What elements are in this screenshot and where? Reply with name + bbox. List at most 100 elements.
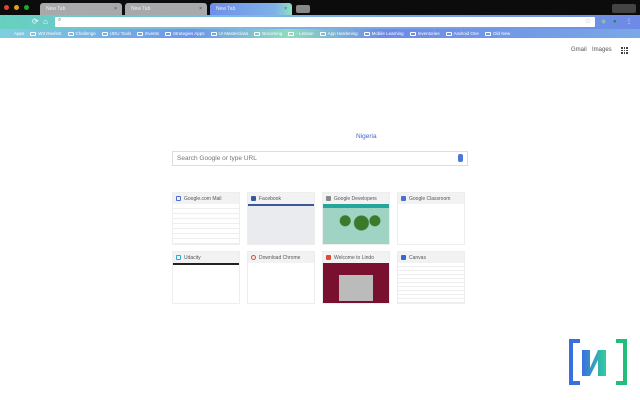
folder-icon bbox=[288, 31, 295, 36]
lindo-icon bbox=[326, 255, 331, 260]
profile-button[interactable] bbox=[612, 4, 636, 13]
tile-title: Canvas bbox=[409, 254, 426, 261]
folder-icon bbox=[319, 31, 326, 36]
close-icon[interactable]: × bbox=[284, 6, 287, 12]
folder-icon bbox=[67, 31, 74, 36]
bookmark-folder[interactable]: Old New bbox=[484, 31, 511, 36]
tile-title: Welcome to Lindo bbox=[334, 254, 374, 261]
bookmark-folder[interactable]: Mobile Learning bbox=[363, 31, 404, 36]
bookmark-label: UI Masterclass bbox=[218, 31, 249, 36]
bookmark-label: Apps bbox=[14, 31, 25, 36]
tile-title: Google Classroom bbox=[409, 195, 451, 202]
most-visited-tile[interactable]: Download Chrome bbox=[247, 251, 315, 304]
bookmark-folder[interactable]: Events bbox=[137, 31, 159, 36]
bookmark-label: App Hardening bbox=[327, 31, 358, 36]
gmail-link[interactable]: Gmail bbox=[571, 47, 587, 53]
new-tab-button[interactable] bbox=[296, 5, 310, 13]
images-link[interactable]: Images bbox=[592, 47, 612, 53]
bookmark-folder[interactable]: Inventories bbox=[409, 31, 440, 36]
reload-icon[interactable]: ⟳ bbox=[32, 17, 39, 27]
bookmark-label: Old New bbox=[492, 31, 511, 36]
home-icon[interactable]: ⌂ bbox=[43, 17, 48, 27]
folder-icon bbox=[363, 31, 370, 36]
folder-icon bbox=[101, 31, 108, 36]
tile-title: Google.com Mail bbox=[184, 195, 222, 202]
tile-thumbnail bbox=[173, 204, 239, 244]
bookmark-folder[interactable]: - Lesson bbox=[288, 31, 314, 36]
bookmark-label: Strategies Apps bbox=[173, 31, 205, 36]
check-extension-icon[interactable]: ● bbox=[613, 17, 617, 27]
bookmark-folder[interactable]: W3 Devfest bbox=[30, 31, 62, 36]
search-input[interactable] bbox=[172, 151, 468, 166]
most-visited-tile[interactable]: Google Classroom bbox=[397, 192, 465, 245]
tile-thumbnail bbox=[248, 204, 314, 244]
most-visited-tile[interactable]: Welcome to Lindo bbox=[322, 251, 390, 304]
tab-title: New Tab bbox=[46, 6, 66, 12]
microphone-icon[interactable] bbox=[458, 154, 463, 162]
bookmark-folder[interactable]: Strategies Apps bbox=[165, 31, 205, 36]
facebook-icon bbox=[251, 196, 256, 201]
toolbar: ⟳ ⌂ ⌕ ☆ ◉ ● ⋮ bbox=[0, 15, 640, 29]
close-icon[interactable]: × bbox=[199, 6, 202, 12]
bookmark-folder[interactable]: App Hardening bbox=[319, 31, 358, 36]
tab-3-active[interactable]: New Tab × bbox=[210, 3, 292, 15]
address-bar[interactable]: ⌕ ☆ bbox=[55, 17, 595, 27]
tile-thumbnail bbox=[173, 263, 239, 303]
folder-icon bbox=[409, 31, 416, 36]
apps-grid-icon[interactable] bbox=[621, 47, 628, 54]
bookmark-folder[interactable]: UI Masterclass bbox=[210, 31, 249, 36]
most-visited-tile[interactable]: Udacity bbox=[172, 251, 240, 304]
canvas-icon bbox=[401, 255, 406, 260]
bookmark-folder[interactable]: Android One bbox=[445, 31, 479, 36]
star-icon[interactable]: ☆ bbox=[585, 17, 591, 25]
close-icon[interactable]: × bbox=[114, 6, 117, 12]
minimize-window-button[interactable] bbox=[14, 5, 19, 10]
folder-icon bbox=[254, 31, 261, 36]
menu-icon[interactable]: ⋮ bbox=[626, 17, 632, 27]
bookmark-label: UDU Tools bbox=[109, 31, 132, 36]
classroom-icon bbox=[401, 196, 406, 201]
tab-title: New Tab bbox=[216, 6, 236, 12]
bookmark-label: Mobile Learning bbox=[371, 31, 404, 36]
most-visited-tile[interactable]: Google.com Mail bbox=[172, 192, 240, 245]
extension-icon[interactable]: ◉ bbox=[601, 17, 606, 27]
tab-strip: New Tab × New Tab × New Tab × bbox=[0, 0, 640, 15]
most-visited-tile[interactable]: Canvas bbox=[397, 251, 465, 304]
bookmark-label: - Lesson bbox=[296, 31, 314, 36]
tile-title: Download Chrome bbox=[259, 254, 301, 261]
folder-icon bbox=[484, 31, 491, 36]
bookmark-apps[interactable]: Apps bbox=[14, 31, 24, 36]
close-window-button[interactable] bbox=[4, 5, 9, 10]
tile-title: Udacity bbox=[184, 254, 201, 261]
gmail-icon bbox=[176, 196, 181, 201]
tile-thumbnail bbox=[398, 263, 464, 303]
bookmark-label: Becoming bbox=[262, 31, 283, 36]
search-icon: ⌕ bbox=[58, 17, 62, 23]
bookmarks-bar: Apps W3 Devfest Challenge UDU Tools Even… bbox=[0, 29, 640, 38]
tab-title: New Tab bbox=[131, 6, 151, 12]
google-logo-location[interactable]: Nigeria bbox=[356, 133, 377, 140]
bookmark-folder[interactable]: Challenge bbox=[67, 31, 96, 36]
most-visited-tile[interactable]: Google Developers bbox=[322, 192, 390, 245]
maximize-window-button[interactable] bbox=[24, 5, 29, 10]
tile-thumbnail bbox=[398, 204, 464, 244]
tile-thumbnail bbox=[323, 263, 389, 303]
tab-2[interactable]: New Tab × bbox=[125, 3, 207, 15]
tile-thumbnail bbox=[248, 263, 314, 303]
watermark-logo-icon bbox=[569, 339, 627, 385]
tab-1[interactable]: New Tab × bbox=[40, 3, 122, 15]
bookmark-label: Challenge bbox=[75, 31, 96, 36]
tile-title: Google Developers bbox=[334, 195, 377, 202]
folder-icon bbox=[445, 31, 452, 36]
tile-title: Facebook bbox=[259, 195, 281, 202]
bookmark-folder[interactable]: Becoming bbox=[254, 31, 282, 36]
google-g-icon bbox=[251, 255, 256, 260]
bookmark-label: W3 Devfest bbox=[38, 31, 62, 36]
bookmark-label: Android One bbox=[453, 31, 479, 36]
bookmark-folder[interactable]: UDU Tools bbox=[101, 31, 132, 36]
folder-icon bbox=[210, 31, 217, 36]
folder-icon bbox=[165, 31, 171, 36]
udacity-icon bbox=[176, 255, 181, 260]
most-visited-tile[interactable]: Facebook bbox=[247, 192, 315, 245]
folder-icon bbox=[30, 31, 37, 36]
